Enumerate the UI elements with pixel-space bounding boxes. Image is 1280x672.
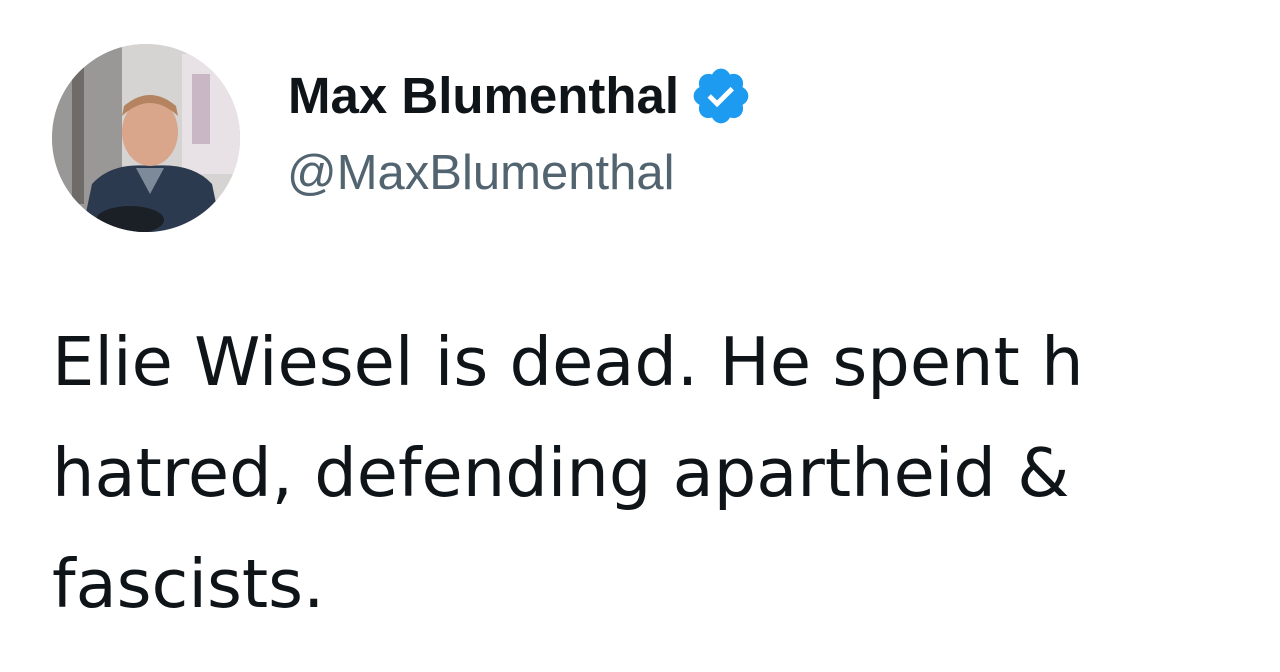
tweet-text: Elie Wiesel is dead. He spent h hatred, … (52, 307, 1280, 640)
tweet-card: Max Blumenthal @MaxBlumenthal Elie Wiese… (0, 0, 1280, 672)
profile-photo-icon (52, 44, 240, 232)
author-handle[interactable]: @MaxBlumenthal (287, 143, 674, 203)
tweet-text-line: hatred, defending apartheid & (52, 434, 1070, 512)
author-name-row[interactable]: Max Blumenthal (288, 64, 753, 128)
author-name[interactable]: Max Blumenthal (288, 66, 679, 126)
tweet-text-line: fascists. (52, 545, 325, 623)
avatar[interactable] (52, 44, 240, 232)
tweet-text-line: Elie Wiesel is dead. He spent h (52, 323, 1084, 401)
verified-badge-icon (689, 64, 753, 128)
